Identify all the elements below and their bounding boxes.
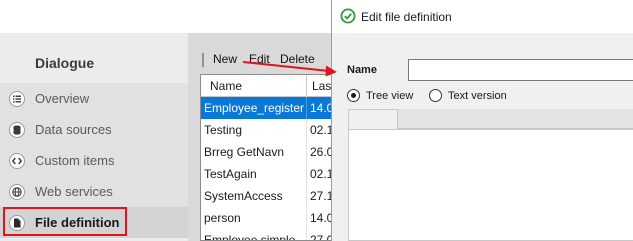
column-divider [306,97,307,119]
text-version-label: Text version [448,89,507,102]
grid-header: Name Las [201,75,332,97]
tree-view-area[interactable] [348,129,633,241]
row-date: 27.1 [310,189,333,203]
column-divider [306,119,307,141]
name-label: Name [347,64,377,76]
column-divider [306,229,307,240]
sidebar-item-label: Web services [35,184,113,199]
file-definition-grid[interactable]: Name Las Employee_register 14.0 Testing … [200,74,333,241]
edit-file-definition-dialog: Edit file definition Name Tree view Text… [331,0,633,241]
row-date: 14.0 [310,211,333,225]
tree-tab[interactable] [348,109,398,129]
sidebar-item-overview[interactable]: Overview [0,83,188,114]
row-name: person [204,211,241,225]
column-divider [306,141,307,163]
column-divider [306,163,307,185]
table-row[interactable]: Employee simple 27.0 [201,229,333,241]
column-divider[interactable] [306,75,307,97]
row-date: 27.0 [310,233,333,241]
delete-button[interactable]: Delete [280,52,315,66]
sidebar-title: Dialogue [35,55,95,71]
row-date: 02.1 [310,123,333,137]
table-row[interactable]: SystemAccess 27.1 [201,185,333,207]
column-divider [306,207,307,229]
table-row[interactable]: Brreg GetNavn 26.0 [201,141,333,163]
table-row[interactable]: Testing 02.1 [201,119,333,141]
sidebar-item-custom-items[interactable]: Custom items [0,145,188,176]
sidebar-item-label: Custom items [35,153,115,168]
column-header-name[interactable]: Name [210,79,242,93]
row-name: Employee_register [204,101,305,115]
sidebar-item-label: Data sources [35,122,112,137]
code-icon [8,152,26,170]
check-circle-icon [340,8,356,24]
row-date: 26.0 [310,145,333,159]
dialog-titlebar[interactable]: Edit file definition [332,0,633,33]
edit-button[interactable]: Edit [249,52,270,66]
table-row[interactable]: person 14.0 [201,207,333,229]
list-icon [8,90,26,108]
tree-view-label: Tree view [366,89,414,102]
column-divider [306,185,307,207]
row-name: SystemAccess [204,189,283,203]
toolbar: New Edit Delete [188,49,333,71]
sidebar-item-web-services[interactable]: Web services [0,176,188,207]
sidebar-item-label: Overview [35,91,90,106]
column-header-last[interactable]: Las [312,79,331,93]
database-icon [8,121,26,139]
globe-icon [8,183,26,201]
tree-tabstrip [398,109,633,129]
radio-unselected-icon [429,89,442,102]
row-name: Testing [204,123,243,137]
row-date: 14.0 [310,101,333,115]
name-input[interactable] [408,59,633,81]
toolbar-grip-icon[interactable] [202,53,204,67]
row-name: Employee simple [204,233,296,241]
row-name: TestAgain [204,167,257,181]
highlight-box [3,207,127,236]
tree-view-radio[interactable]: Tree view [347,89,413,102]
dialog-title: Edit file definition [361,10,452,24]
radio-selected-icon [347,89,360,102]
new-button[interactable]: New [213,52,237,66]
table-row[interactable]: Employee_register 14.0 [201,97,333,119]
sidebar-item-data-sources[interactable]: Data sources [0,114,188,145]
top-strip [0,0,330,33]
row-name: Brreg GetNavn [204,145,285,159]
table-row[interactable]: TestAgain 02.1 [201,163,333,185]
text-version-radio[interactable]: Text version [429,89,507,102]
row-date: 02.1 [310,167,333,181]
